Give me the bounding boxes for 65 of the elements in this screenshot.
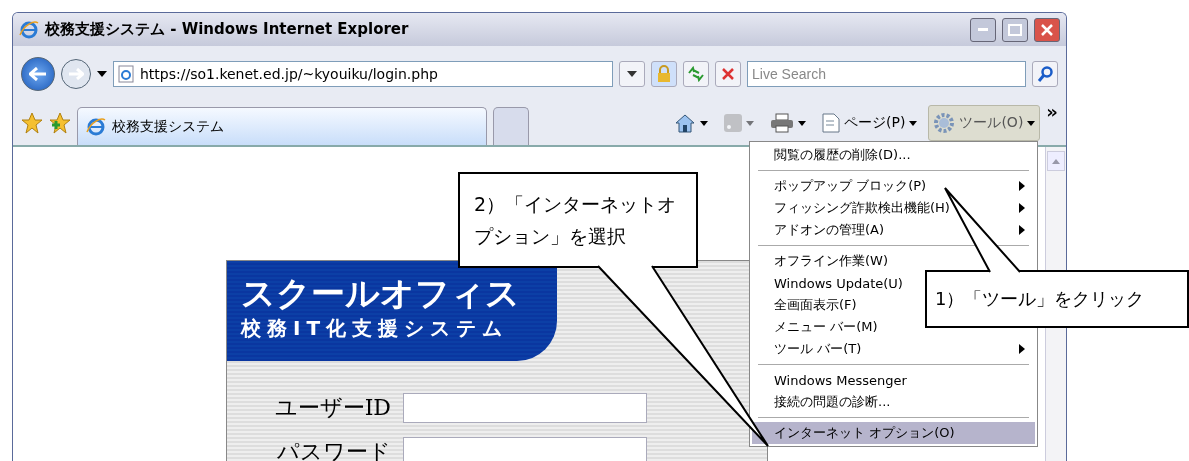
feed-icon [724,114,743,132]
address-dropdown-button[interactable] [619,60,645,87]
menu-item[interactable]: ポップアップ ブロック(P) [752,175,1035,197]
maximize-button[interactable] [1002,17,1028,42]
callout-box: 2）「インターネットオプション」を選択 [458,172,698,268]
forward-button[interactable] [61,58,91,89]
search-icon [1037,65,1053,82]
menu-item[interactable]: 閲覧の履歴の削除(D)... [752,144,1035,166]
menu-item[interactable]: ツール バー(T) [752,338,1035,360]
field-label: ユーザーID [273,394,391,422]
up-arrow-icon [1052,159,1060,164]
refresh-arrows-icon [687,65,705,82]
menu-item[interactable]: オフライン作業(W) [752,250,1035,272]
add-star-icon[interactable] [49,112,71,134]
printer-icon [770,113,795,133]
close-icon [1041,23,1053,36]
submenu-arrow-icon [1019,203,1025,213]
caret-icon [798,120,807,126]
submenu-arrow-icon [1019,225,1025,235]
caret-icon [700,120,709,126]
overflow-chevron[interactable]: » [1046,101,1058,122]
menu-item[interactable]: 接続の問題の診断... [752,391,1035,413]
minimize-icon [978,27,988,32]
input-field[interactable] [403,393,647,423]
padlock-icon [656,64,672,83]
submenu-arrow-icon [1019,344,1025,354]
submenu-arrow-icon [1019,181,1025,191]
page-icon [822,113,841,133]
menu-button[interactable]: ページ(P) [817,105,923,141]
browser-tab[interactable]: 校務支援システム [77,107,487,145]
caret-icon [1027,120,1036,126]
close-icon [722,67,734,80]
dropdown-caret-icon[interactable] [97,70,107,77]
window-title: 校務支援システム - Windows Internet Explorer [45,20,410,39]
scroll-up-button[interactable] [1047,151,1065,171]
refresh-button[interactable] [683,60,709,87]
menu-item[interactable]: Windows Messenger [752,369,1035,391]
minimize-button[interactable] [970,17,996,42]
gear-icon [933,112,956,134]
close-button[interactable] [1034,17,1060,42]
menu-button[interactable]: ツール(O) [928,105,1041,141]
page-icon [118,64,134,83]
dropdown-caret-icon [627,70,637,77]
forward-arrow-icon [68,67,84,80]
caret-icon [746,120,755,126]
back-button[interactable] [21,56,55,91]
star-icon[interactable] [21,112,43,134]
browser-logo-icon [19,19,39,40]
caret-icon [909,120,918,126]
menu-item[interactable]: インターネット オプション(O) [752,422,1035,444]
home-icon [674,113,697,133]
field-label: パスワード [276,438,391,461]
maximize-icon [1008,23,1022,36]
stop-button[interactable] [715,60,741,87]
logo-text: スクールオフィス [241,272,521,315]
browser-logo-icon [86,116,106,137]
address-field[interactable]: https://so1.kenet.ed.jp/~kyouiku/login.php [113,60,613,87]
back-arrow-icon [29,66,47,81]
menu-item[interactable]: アドオンの管理(A) [752,219,1035,241]
search-button[interactable] [1032,60,1058,87]
menu-item[interactable]: フィッシング詐欺検出機能(H) [752,197,1035,219]
logo-subtitle: 校務IT化支援システム [241,315,510,342]
input-field[interactable] [403,437,647,461]
search-field[interactable]: Live Search [747,60,1026,87]
url-text: https://so1.kenet.ed.jp/~kyouiku/login.php [140,65,439,82]
